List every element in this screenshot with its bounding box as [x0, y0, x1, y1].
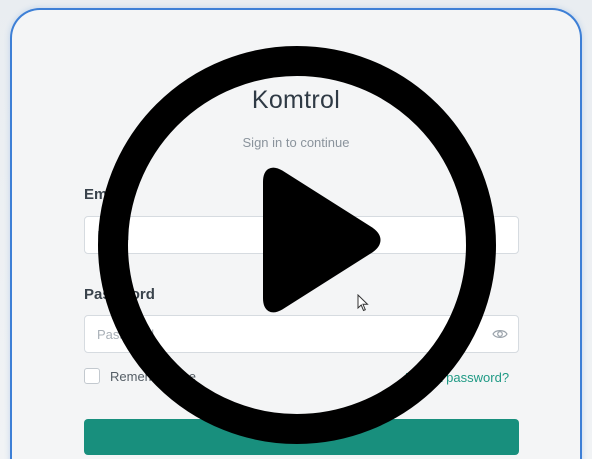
video-play-overlay[interactable] — [0, 0, 592, 459]
play-icon[interactable] — [263, 167, 381, 313]
screen: Komtrol Sign in to continue Email Passwo… — [0, 0, 592, 459]
